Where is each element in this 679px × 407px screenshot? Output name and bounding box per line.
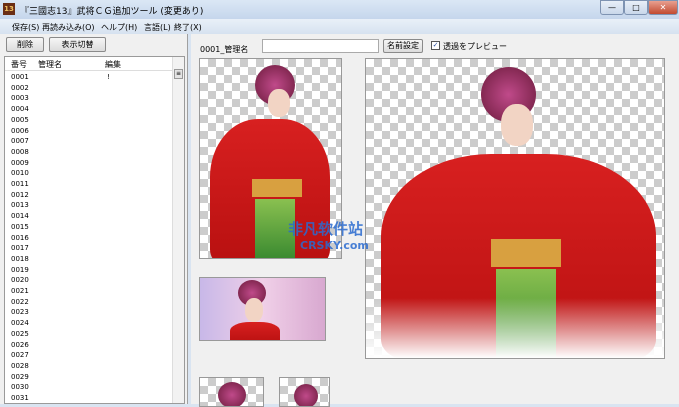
menu-save[interactable]: 保存(S) [12,22,39,33]
list-row[interactable]: 0023 [5,307,173,318]
row-number: 0014 [11,212,29,221]
row-number: 0009 [11,158,29,167]
row-number: 0008 [11,147,29,156]
list-row[interactable]: 0017 [5,243,173,254]
list-row[interactable]: 0001! [5,72,173,83]
row-edit: ! [107,73,110,81]
name-input[interactable] [262,39,379,53]
row-number: 0011 [11,180,29,188]
maximize-button[interactable]: □ [624,0,648,15]
app-icon: 13 [3,3,15,15]
delete-button[interactable]: 削除 [6,37,44,52]
title-bar: 13 『三國志13』武将ＣＧ追加ツール (変更あり) — □ ✕ [0,0,679,19]
list-row[interactable]: 0002 [5,83,173,94]
list-row[interactable]: 0028 [5,361,173,372]
menu-language[interactable]: 言語(L) [144,22,171,33]
close-button[interactable]: ✕ [648,0,678,15]
list-row[interactable]: 0011 [5,179,173,190]
row-number: 0028 [11,361,29,370]
row-number: 0003 [11,94,29,103]
list-row[interactable]: 0031 [5,393,173,404]
row-number: 0018 [11,254,29,263]
row-number: 0029 [11,372,29,381]
list-row[interactable]: 0022 [5,297,173,308]
list-row[interactable]: 0030 [5,382,173,393]
editor-panel: 0001_管理名 名前設定 ✓ 透過をプレビュー [191,34,679,407]
list-row[interactable]: 0006 [5,126,173,137]
minimize-button[interactable]: — [600,0,624,15]
row-number: 0024 [11,319,29,328]
list-row[interactable]: 0029 [5,372,173,383]
list-row[interactable]: 0018 [5,254,173,265]
row-number: 0012 [11,190,29,199]
preview-checkbox[interactable]: ✓ [431,41,440,50]
row-number: 0030 [11,383,29,392]
window-title: 『三國志13』武将ＣＧ追加ツール (変更あり) [20,7,204,17]
row-number: 0021 [11,287,29,295]
name-label: 0001_管理名 [200,45,249,54]
menu-reload[interactable]: 再読み込み(O) [42,22,95,33]
large-preview [365,58,665,359]
row-number: 0005 [11,115,29,124]
menu-help[interactable]: ヘルプ(H) [101,22,137,33]
list-row[interactable]: 0025 [5,329,173,340]
small-portrait-image[interactable] [279,377,330,407]
row-number: 0025 [11,329,29,338]
menu-exit[interactable]: 終了(X) [174,22,202,33]
watermark-logo: 非凡软件站 CRSKY.com [288,220,369,252]
list-row[interactable]: 0015 [5,222,173,233]
set-name-button[interactable]: 名前設定 [383,39,423,53]
row-number: 0002 [11,83,29,92]
list-row[interactable]: 0010 [5,168,173,179]
small-face-image[interactable] [199,377,264,407]
list-row[interactable]: 0003 [5,93,173,104]
row-number: 0010 [11,169,29,178]
row-number: 0023 [11,308,29,317]
list-row[interactable]: 0008 [5,147,173,158]
list-row[interactable]: 0016 [5,233,173,244]
row-number: 0015 [11,222,29,231]
list-row[interactable]: 0020 [5,275,173,286]
row-number: 0001 [11,73,29,81]
list-row[interactable]: 0005 [5,115,173,126]
column-number[interactable]: 番号 [11,59,27,70]
preview-checkbox-label: 透過をプレビュー [443,42,507,51]
row-number: 0016 [11,233,29,242]
row-number: 0031 [11,394,29,402]
list-row[interactable]: 0012 [5,190,173,201]
scroll-thumb[interactable]: ≡ [174,69,183,79]
row-number: 0006 [11,126,29,135]
row-number: 0019 [11,265,29,274]
list-row[interactable]: 0024 [5,318,173,329]
toggle-display-button[interactable]: 表示切替 [49,37,106,52]
list-row[interactable]: 0013 [5,200,173,211]
menu-bar: 保存(S) 再読み込み(O) ヘルプ(H) 言語(L) 終了(X) [0,19,679,34]
scrollbar[interactable]: ≡ [172,57,184,403]
column-edit[interactable]: 編集 [105,59,121,70]
list-row[interactable]: 0026 [5,340,173,351]
row-number: 0026 [11,340,29,349]
list-row[interactable]: 0019 [5,265,173,276]
row-number: 0017 [11,244,29,253]
list-row[interactable]: 0007 [5,136,173,147]
row-number: 0020 [11,276,29,285]
row-number: 0022 [11,297,29,306]
row-number: 0013 [11,201,29,210]
list-row[interactable]: 0027 [5,350,173,361]
list-row[interactable]: 0009 [5,158,173,169]
list-header: 番号 管理名 編集 [5,57,173,71]
column-name[interactable]: 管理名 [38,59,62,70]
list-panel: 削除 表示切替 番号 管理名 編集 0001! 0002 0003 0004 0005 0… [0,34,188,404]
row-number: 0007 [11,137,29,146]
row-number: 0004 [11,105,29,114]
list-row[interactable]: 0021 [5,286,173,297]
entry-list[interactable]: 番号 管理名 編集 0001! 0002 0003 0004 0005 0006 0007 0… [4,56,185,404]
banner-image[interactable] [199,277,326,341]
row-number: 0027 [11,351,29,360]
list-row[interactable]: 0004 [5,104,173,115]
list-row[interactable]: 0014 [5,211,173,222]
